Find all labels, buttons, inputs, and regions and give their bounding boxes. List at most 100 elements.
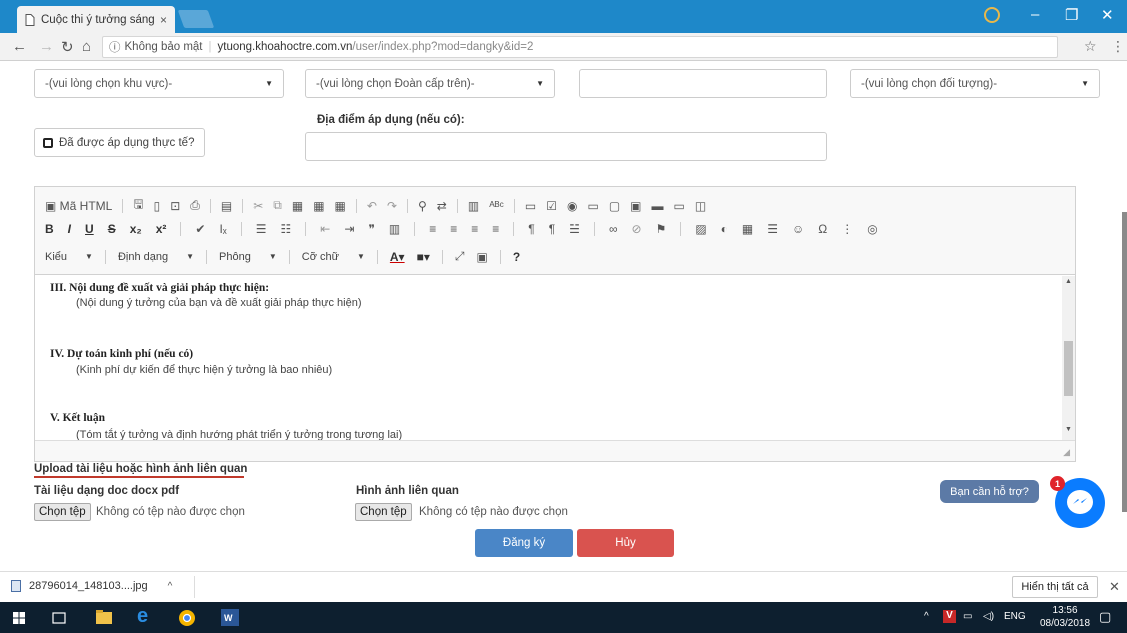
- union-select[interactable]: -(vui lòng chọn Đoàn cấp trên)- ▼: [305, 69, 555, 98]
- network-icon[interactable]: ▭: [963, 611, 972, 622]
- button-tool-icon[interactable]: ▬: [652, 199, 664, 213]
- help-icon[interactable]: ?: [513, 250, 520, 264]
- underline-icon[interactable]: U: [85, 222, 94, 236]
- close-shelf-icon[interactable]: ✕: [1109, 579, 1120, 595]
- select-all-icon[interactable]: ▥: [468, 199, 479, 213]
- download-item[interactable]: 28796014_148103....jpg ^: [11, 580, 172, 592]
- back-icon[interactable]: ←: [12, 38, 27, 55]
- div-icon[interactable]: ▥: [389, 222, 400, 236]
- scroll-down-icon[interactable]: ▼: [1065, 426, 1072, 433]
- font-combo[interactable]: Phông ▼: [219, 251, 277, 263]
- paste-text-icon[interactable]: ▦: [313, 199, 324, 213]
- register-button[interactable]: Đăng ký: [475, 529, 573, 557]
- indent-icon[interactable]: ⇥: [344, 222, 354, 236]
- task-view-icon[interactable]: [52, 612, 66, 624]
- window-close-icon[interactable]: ✕: [1101, 6, 1114, 24]
- checkbox-tool-icon[interactable]: ☑: [546, 199, 557, 213]
- docs-choose-file-button[interactable]: Chọn tệp: [34, 503, 91, 521]
- tray-expand-icon[interactable]: ^: [924, 611, 929, 622]
- copy-icon[interactable]: ⧉: [273, 198, 282, 213]
- volume-icon[interactable]: ◁): [983, 611, 994, 622]
- page-break-icon[interactable]: ⋮: [841, 222, 853, 236]
- iframe-icon[interactable]: ◎: [867, 222, 877, 236]
- address-bar[interactable]: ⓘ Không bảo mật | ytuong.khoahoctre.com.…: [102, 36, 1058, 58]
- copy-format-icon[interactable]: ✔: [195, 222, 205, 236]
- bg-color-icon[interactable]: ■▾: [417, 250, 430, 264]
- close-tab-icon[interactable]: ×: [160, 13, 167, 27]
- rtl-icon[interactable]: ¶: [549, 222, 555, 236]
- superscript-icon[interactable]: x²: [156, 222, 167, 236]
- align-right-icon[interactable]: ≡: [471, 222, 478, 236]
- profile-icon[interactable]: [984, 7, 1000, 23]
- new-tab-button[interactable]: [177, 10, 215, 28]
- help-button[interactable]: Bạn cần hỗ trợ?: [940, 480, 1039, 503]
- scroll-up-icon[interactable]: ▲: [1065, 278, 1072, 285]
- spellcheck-icon[interactable]: ᴬᴮᶜ: [489, 199, 504, 213]
- windows-start-icon[interactable]: [13, 612, 25, 624]
- anchor-icon[interactable]: ⚑: [656, 222, 667, 236]
- target-select[interactable]: -(vui lòng chọn đối tượng)- ▼: [850, 69, 1100, 98]
- scroll-thumb[interactable]: [1064, 341, 1073, 396]
- print-icon[interactable]: ⎙: [190, 198, 200, 213]
- numbered-list-icon[interactable]: ☰: [256, 222, 267, 236]
- paste-word-icon[interactable]: ▦: [335, 199, 346, 213]
- special-char-icon[interactable]: Ω: [818, 222, 827, 236]
- subscript-icon[interactable]: x₂: [130, 222, 142, 236]
- resize-grip-icon[interactable]: ◢: [1063, 447, 1070, 458]
- hidden-field-icon[interactable]: ◫: [695, 199, 706, 213]
- menu-icon[interactable]: ⋮: [1111, 38, 1125, 55]
- align-center-icon[interactable]: ≡: [450, 222, 457, 236]
- chevron-up-icon[interactable]: ^: [168, 581, 173, 592]
- text-input[interactable]: [579, 69, 827, 98]
- bold-icon[interactable]: B: [45, 222, 54, 236]
- blockquote-icon[interactable]: ❞: [368, 222, 374, 236]
- form-icon[interactable]: ▭: [525, 199, 536, 213]
- file-explorer-icon[interactable]: [96, 610, 112, 624]
- justify-icon[interactable]: ≡: [492, 222, 499, 236]
- images-choose-file-button[interactable]: Chọn tệp: [355, 503, 412, 521]
- editor-scrollbar[interactable]: ▲ ▼: [1062, 276, 1075, 440]
- format-combo[interactable]: Định dạng ▼: [118, 251, 194, 263]
- home-icon[interactable]: ⌂: [82, 38, 91, 55]
- show-blocks-icon[interactable]: ▣: [476, 250, 487, 264]
- image-icon[interactable]: ▨: [695, 222, 706, 236]
- redo-icon[interactable]: ↷: [387, 199, 397, 213]
- maximize-icon[interactable]: ❐: [1065, 6, 1078, 24]
- unlink-icon[interactable]: ⊘: [632, 222, 642, 236]
- editor-content[interactable]: III. Nội dung đề xuất và giải pháp thực …: [35, 276, 1062, 440]
- chrome-browser-icon[interactable]: [178, 609, 196, 627]
- select-tool-icon[interactable]: ▣: [630, 199, 641, 213]
- hr-icon[interactable]: ☰: [767, 222, 778, 236]
- preview-icon[interactable]: ⊡: [170, 199, 180, 213]
- replace-icon[interactable]: ⇄: [437, 199, 447, 213]
- smiley-icon[interactable]: ☺: [792, 222, 804, 236]
- language-icon[interactable]: ☱: [569, 222, 580, 236]
- word-app-icon[interactable]: W: [221, 609, 239, 626]
- minimize-icon[interactable]: –: [1031, 6, 1039, 23]
- antivirus-icon[interactable]: V: [943, 610, 956, 623]
- info-icon[interactable]: ⓘ: [109, 39, 121, 55]
- cut-icon[interactable]: ✂: [253, 199, 263, 213]
- textfield-icon[interactable]: ▭: [587, 199, 598, 213]
- forward-icon[interactable]: →: [39, 38, 54, 55]
- page-scrollbar-thumb[interactable]: [1122, 212, 1127, 512]
- templates-icon[interactable]: ▤: [221, 199, 232, 213]
- source-button[interactable]: ▣ Mã HTML: [45, 199, 112, 213]
- bullet-list-icon[interactable]: ☷: [281, 222, 292, 236]
- browser-tab[interactable]: Cuộc thi ý tưởng sáng tạ ×: [17, 6, 175, 33]
- save-icon[interactable]: 🖫: [133, 195, 143, 216]
- applied-checkbox[interactable]: Đã được áp dụng thực tế?: [34, 128, 206, 157]
- clock[interactable]: 13:56 08/03/2018: [1040, 604, 1090, 630]
- italic-icon[interactable]: I: [68, 222, 71, 236]
- text-color-icon[interactable]: A▾: [390, 250, 405, 264]
- link-icon[interactable]: ∞: [609, 222, 618, 236]
- style-combo[interactable]: Kiểu ▼: [45, 251, 93, 263]
- undo-icon[interactable]: ↶: [367, 199, 377, 213]
- image-button-icon[interactable]: ▭: [674, 199, 685, 213]
- language-indicator[interactable]: ENG: [1004, 611, 1026, 622]
- reload-icon[interactable]: ↻: [61, 38, 74, 56]
- paste-icon[interactable]: ▦: [292, 199, 303, 213]
- find-icon[interactable]: ⚲: [418, 199, 427, 213]
- strike-icon[interactable]: S: [108, 222, 116, 236]
- edge-browser-icon[interactable]: e: [137, 605, 148, 628]
